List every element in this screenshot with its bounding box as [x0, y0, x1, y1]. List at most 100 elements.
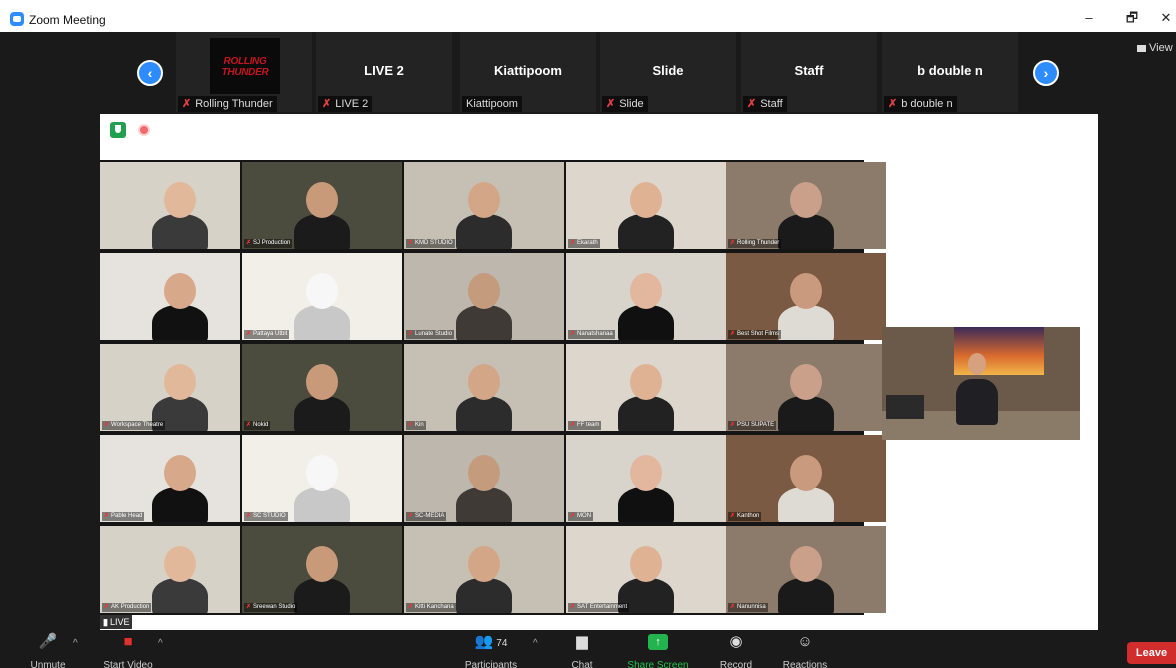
live-badge: ▮ LIVE	[100, 615, 133, 629]
participant-name: SC-MEDIA	[415, 513, 445, 519]
participant-name: Nanunnisa	[737, 604, 766, 610]
participant-head	[468, 182, 500, 218]
mic-off-icon: 🎤	[38, 633, 58, 650]
participant-body	[294, 214, 350, 249]
participant-head	[164, 455, 196, 491]
chevron-right-icon[interactable]: ›	[1033, 60, 1059, 86]
rolling-thunder-logo: ROLLING THUNDER	[210, 38, 280, 94]
participant-name: Workspace Theatre	[111, 422, 164, 428]
chat-label: Chat	[571, 660, 593, 668]
participant-name: Nokid	[253, 422, 269, 428]
participant-body	[778, 305, 834, 340]
participant-name: MON	[577, 513, 592, 519]
live-label: LIVE	[109, 617, 130, 627]
chat-icon: ▆	[576, 633, 588, 650]
participant-label: ✗ Kin	[406, 421, 426, 430]
start-video-button[interactable]: ■ Start Video	[100, 632, 156, 668]
participant-label: ✗ PSU SUPATE	[728, 421, 777, 430]
video-tile[interactable]: LIVE 2 ✗ LIVE 2	[316, 32, 452, 112]
participant-name: FF team	[577, 422, 600, 428]
participant-label: ✗ Nanunnisa	[728, 603, 768, 612]
tile-name: Staff	[794, 63, 824, 78]
video-tile[interactable]: b double n ✗ b double n	[882, 32, 1018, 112]
participant-label: ✗ Nanatshanaa	[568, 330, 615, 339]
mic-muted-icon: ✗	[570, 604, 576, 610]
tile-label: ✗ Slide	[602, 96, 648, 112]
participant-body	[618, 214, 674, 249]
participant-label: ✗ Sreewan Studio	[244, 603, 298, 612]
zoom-app-icon	[10, 12, 24, 26]
participant-body	[152, 578, 208, 613]
participant-cell: ✗ SC-MEDIA	[404, 435, 564, 522]
reactions-button[interactable]: ☺ Reactions	[780, 632, 830, 668]
video-tile[interactable]: Slide ✗ Slide	[600, 32, 736, 112]
tile-name: Kiattipoom	[494, 63, 562, 78]
participant-cell: ✗ Workspace Theatre	[100, 344, 240, 431]
participant-name: AK Production	[111, 604, 150, 610]
view-button[interactable]: View	[1137, 42, 1173, 54]
participant-body	[152, 305, 208, 340]
mic-muted-icon: ✗	[408, 604, 414, 610]
participant-body	[456, 487, 512, 522]
participant-cell: ✗ Nanatshanaa	[566, 253, 726, 340]
participant-body	[456, 305, 512, 340]
participant-head	[164, 273, 196, 309]
mic-muted-icon: ✗	[246, 240, 252, 246]
record-button[interactable]: ◉ Record	[716, 632, 756, 668]
participants-button[interactable]: 👥 74 Participants	[462, 632, 520, 668]
participant-name: KMD STUDIO	[415, 240, 453, 246]
participant-body	[294, 305, 350, 340]
participant-name: SAT Entertainment	[577, 604, 628, 610]
participant-name: Kanthon	[737, 513, 760, 519]
mic-muted-icon: ✗	[570, 240, 576, 246]
participant-cell: ✗ Kin	[404, 344, 564, 431]
chevron-up-icon[interactable]: ^	[73, 638, 78, 649]
chevron-up-icon[interactable]: ^	[533, 638, 538, 649]
tile-label-text: b double n	[901, 98, 953, 110]
participant-body	[456, 214, 512, 249]
leave-button[interactable]: Leave	[1127, 642, 1176, 664]
participant-name: Kin	[415, 422, 424, 428]
participant-head	[630, 546, 662, 582]
share-screen-button[interactable]: ↑ Share Screen	[626, 632, 690, 668]
mic-muted-icon: ✗	[730, 604, 736, 610]
participant-body	[294, 396, 350, 431]
participant-cell	[100, 162, 240, 249]
chat-button[interactable]: ▆ Chat	[566, 632, 598, 668]
participant-head	[306, 273, 338, 309]
video-tile[interactable]: Kiattipoom Kiattipoom	[460, 32, 596, 112]
tile-name: Slide	[652, 63, 684, 78]
security-shield-icon[interactable]	[110, 122, 126, 138]
participant-cell: ✗ FF team	[566, 344, 726, 431]
participant-head	[630, 182, 662, 218]
participant-cell: ✗ Best Shot Films	[726, 253, 886, 340]
restore-button[interactable]: 🗗	[1122, 10, 1142, 26]
meeting-toolbar: 🎤 Unmute ^ ■ Start Video ^ 👥 74 Participa…	[0, 630, 1176, 668]
video-tile[interactable]: ROLLING THUNDER ✗ Rolling Thunder	[176, 32, 312, 112]
participant-label: ✗ MON	[568, 512, 594, 521]
participant-label: ✗ AK Production	[102, 603, 152, 612]
start-video-label: Start Video	[103, 660, 153, 668]
close-button[interactable]: ✕	[1156, 10, 1176, 26]
participant-body	[152, 214, 208, 249]
participant-name: SJ Production	[253, 240, 291, 246]
participant-body	[778, 578, 834, 613]
participant-body	[618, 396, 674, 431]
participant-head	[468, 546, 500, 582]
participant-body	[778, 396, 834, 431]
participant-head	[630, 273, 662, 309]
tile-label: ✗ Rolling Thunder	[178, 96, 277, 112]
chevron-left-icon[interactable]: ‹	[137, 60, 163, 86]
sunset-backdrop	[954, 327, 1044, 375]
video-tile[interactable]: Staff ✗ Staff	[741, 32, 877, 112]
mic-muted-icon: ✗	[182, 98, 192, 110]
zoom-meeting-window: Zoom Meeting – 🗗 ✕ ‹ ROLLING THUNDER ✗ Ro…	[0, 0, 1176, 668]
mic-muted-icon: ✗	[570, 331, 576, 337]
mic-muted-icon: ✗	[408, 331, 414, 337]
chevron-up-icon[interactable]: ^	[158, 638, 163, 649]
minimize-button[interactable]: –	[1079, 10, 1099, 26]
tile-label: Kiattipoom	[462, 96, 522, 112]
participant-head	[164, 546, 196, 582]
participant-body	[294, 487, 350, 522]
unmute-button[interactable]: 🎤 Unmute	[26, 632, 70, 668]
